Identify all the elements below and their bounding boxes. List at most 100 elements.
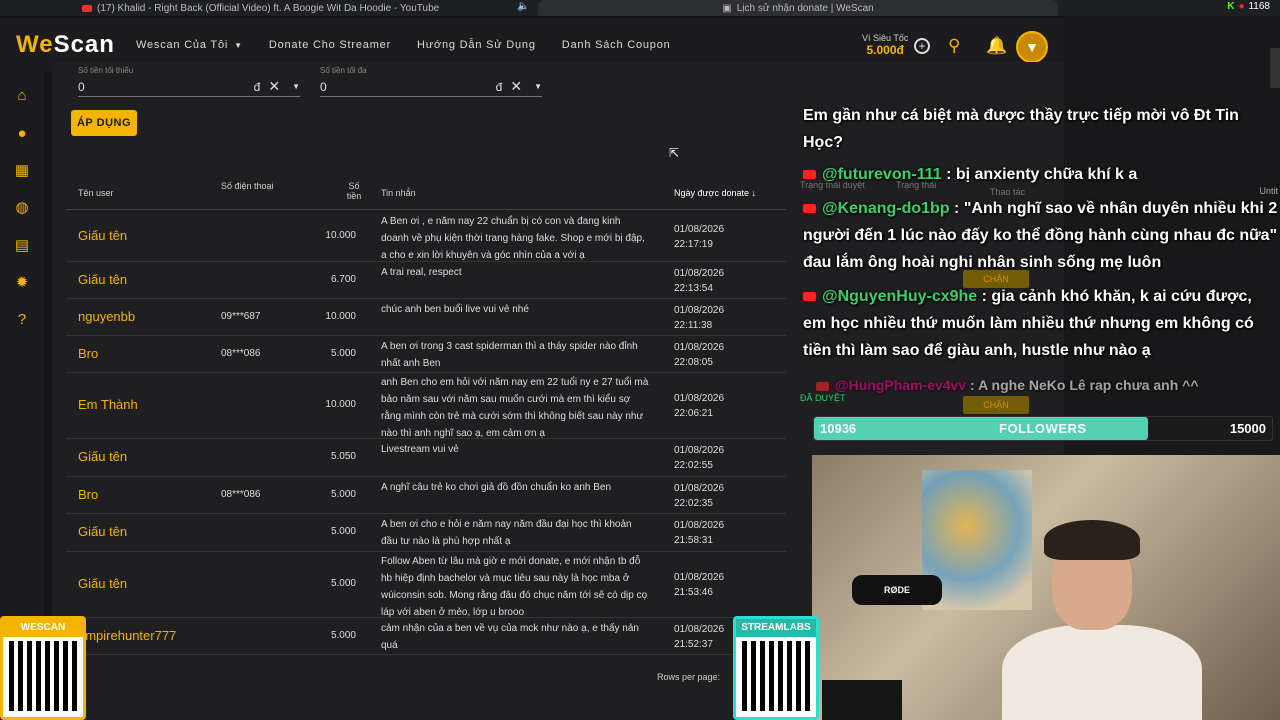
table-row[interactable]: nguyenbb 09***687 10.000 chúc anh ben buổi … [66, 299, 786, 336]
tab-youtube[interactable]: (17) Khalid - Right Back (Official Video… [82, 0, 439, 16]
store-icon[interactable]: ▤ [12, 236, 32, 256]
donate-time: 21:52:37 [674, 638, 713, 650]
chat-text: : bị anxienty chữa khí k a [941, 166, 1138, 183]
donate-datetime: 01/08/2026 21:53:46 [674, 570, 724, 600]
nav-guide[interactable]: Hướng Dẫn Sử Dụng [417, 39, 536, 51]
col-amount[interactable]: Số tiền [340, 181, 368, 201]
donor-name: Giấu tên [78, 271, 128, 287]
donate-message: A ben ơi trong 3 cast spiderman thì a th… [381, 340, 638, 369]
donate-amount: 5.000 [330, 526, 356, 537]
sort-desc-icon: ↓ [751, 188, 757, 198]
mixer [822, 680, 902, 720]
donate-date: 01/08/2026 [674, 267, 725, 279]
table-row[interactable]: ampirehunter777 5.000 cảm nhận của a ben v… [66, 618, 786, 655]
donate-message: Livestream vui vẻ [381, 444, 459, 455]
chat-message: @futurevon-111 : bị anxienty chữa khí k … [803, 161, 1279, 188]
col-user[interactable]: Tên user [78, 188, 114, 198]
donate-message: A Ben ơi , e năm nay 22 chuẩn bị có con … [381, 216, 645, 261]
followers-goal-bar: 10936 FOLLOWERS 15000 [813, 416, 1273, 441]
min-amount-value: 0 [78, 79, 85, 94]
wescan-logo[interactable]: WeScan [16, 31, 116, 59]
youtube-icon [816, 381, 829, 391]
nav-donate-label: Donate Cho Streamer [268, 39, 392, 51]
max-amount-value: 0 [320, 79, 327, 94]
table-row[interactable]: Em Thành 10.000 anh Ben cho em hỏi với năm… [66, 373, 786, 439]
qr-code-icon [742, 641, 812, 711]
donate-time: 21:53:46 [674, 587, 713, 598]
donor-name: ampirehunter777 [78, 627, 177, 643]
nav-coupons[interactable]: Danh Sách Coupon [562, 39, 671, 51]
hair [1044, 520, 1140, 560]
donate-amount: 5.050 [330, 451, 356, 462]
donate-message: A nghĩ câu trẻ ko chơi giả đồ đồn chuẩn … [381, 481, 612, 493]
table-row[interactable]: Giấu tên 5.000 Follow Aben từ lâu mà giờ e… [66, 552, 786, 618]
donate-message: anh Ben cho em hỏi với năm nay em 22 tuổ… [381, 377, 649, 439]
col-phone[interactable]: Số điện thoại [221, 181, 274, 191]
followers-label: FOLLOWERS [999, 421, 1087, 436]
scrollbar[interactable] [1270, 48, 1280, 88]
mouse-cursor-icon: ⇱ [669, 146, 680, 160]
donate-datetime: 01/08/2026 22:02:35 [674, 481, 724, 511]
donate-message: cảm nhận của a ben về vụ của mck như nào… [381, 622, 639, 651]
add-funds-icon[interactable]: + [914, 38, 930, 54]
speaker-icon[interactable]: 🔈 [517, 1, 529, 12]
wallet-value: 5.000đ [866, 43, 904, 57]
globe-icon[interactable]: ◍ [12, 198, 32, 218]
donate-datetime: 01/08/2026 22:08:05 [674, 340, 724, 370]
donate-amount: 6.700 [330, 273, 356, 285]
tab-active[interactable]: ▣ Lịch sử nhận donate | WeScan [538, 0, 1058, 16]
table-row[interactable]: Bro 08***086 5.000 A ben ơi trong 3 cast sp… [66, 336, 786, 373]
streamer [1002, 515, 1202, 720]
bell-icon[interactable]: 🔔 [986, 36, 1007, 56]
min-dropdown-icon[interactable]: ▼ [292, 82, 300, 91]
webcam-feed: RØDE [812, 455, 1280, 720]
min-amount-field[interactable]: 0 đ ✕ ▼ [78, 77, 300, 97]
nav-my-wescan-label: Wescan Của Tôi [136, 39, 229, 51]
table-row[interactable]: Giấu tên 10.000 A Ben ơi , e năm nay 22 ch… [66, 212, 786, 262]
clear-max-icon[interactable]: ✕ [510, 78, 522, 95]
donor-name: Giấu tên [78, 449, 128, 464]
donate-date: 01/08/2026 [674, 341, 725, 353]
followers-current: 10936 [820, 421, 857, 436]
table-row[interactable]: Giấu tên 5.000 A ben ơi cho e hỏi e năm na… [66, 514, 786, 552]
kick-count: 1168 [1248, 1, 1270, 12]
user-icon[interactable]: ● [12, 124, 32, 144]
chat-username: @Kenang-do1bp [822, 200, 950, 217]
nav-donate[interactable]: Donate Cho Streamer [269, 39, 391, 51]
donor-name: Giấu tên [78, 524, 128, 539]
chat-username: @HungPham-ev4vv [835, 377, 967, 393]
search-icon[interactable]: ⚲ [948, 36, 960, 56]
clear-min-icon[interactable]: ✕ [268, 78, 280, 95]
max-amount-field[interactable]: 0 đ ✕ ▼ [320, 77, 542, 97]
help-icon[interactable]: ? [12, 310, 32, 330]
chat-message: @NguyenHuy-cx9he : gia cảnh khó khăn, k … [803, 283, 1279, 364]
donate-date: 01/08/2026 [674, 304, 725, 316]
max-amount-label: Số tiền tối đa [320, 66, 367, 75]
table-row[interactable]: Bro 08***086 5.000 A nghĩ câu trẻ ko chơi g… [66, 477, 786, 514]
donor-name: Bro [78, 345, 99, 361]
donate-time: 22:02:35 [674, 497, 713, 509]
tab-youtube-title: (17) Khalid - Right Back (Official Video… [97, 2, 440, 14]
max-dropdown-icon[interactable]: ▼ [534, 82, 542, 91]
avatar[interactable]: ▼ [1016, 31, 1048, 63]
table-row[interactable]: Giấu tên 6.700 A trai real, respect 01/08/2… [66, 262, 786, 299]
home-icon[interactable]: ⌂ [12, 86, 32, 106]
col-message[interactable]: Tin nhắn [381, 188, 416, 198]
donate-time: 22:13:54 [674, 282, 713, 294]
donate-time: 22:11:38 [674, 319, 713, 331]
youtube-icon [803, 204, 816, 214]
min-currency: đ [253, 79, 261, 94]
kick-icon: K [1227, 1, 1235, 12]
donor-name: Em Thành [78, 397, 138, 412]
gear-icon[interactable]: ✹ [12, 273, 32, 293]
apply-button[interactable]: ÁP DỤNG [71, 110, 137, 136]
table-row[interactable]: Giấu tên 5.050 Livestream vui vẻ 01/08/2026… [66, 439, 786, 477]
wallet[interactable]: Ví Siêu Tốc 5.000đ [862, 33, 908, 57]
dashboard-icon[interactable]: ▦ [12, 161, 32, 181]
donate-datetime: 01/08/2026 21:52:37 [674, 622, 724, 652]
nav-guide-label: Hướng Dẫn Sử Dụng [417, 39, 536, 51]
streamlabs-qr: STREAMLABS [733, 616, 819, 720]
col-date[interactable]: Ngày được donate ↓ [674, 188, 756, 198]
nav-my-wescan[interactable]: Wescan Của Tôi ▼ [136, 39, 243, 51]
youtube-icon [803, 170, 816, 180]
